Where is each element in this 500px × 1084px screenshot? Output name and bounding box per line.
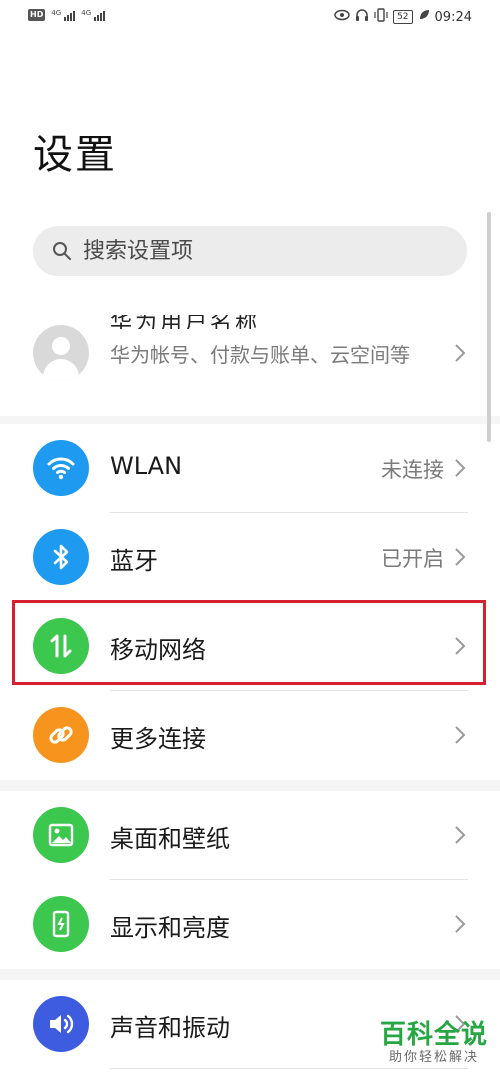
settings-item-label: WLAN [110,452,183,480]
vibrate-icon [374,8,388,26]
display-icon [33,896,89,952]
bluetooth-status: 已开启 [381,547,444,571]
battery-indicator: 52 [393,10,413,24]
signal-label: 4G [81,9,92,17]
search-input[interactable] [81,237,445,265]
chevron-right-icon [455,637,466,655]
status-bar-left: HD 4G 4G [28,9,106,21]
signal-icon: 4G [51,9,76,21]
wallpaper-icon [33,807,89,863]
settings-item-home-wallpaper[interactable]: 桌面和壁纸 [0,791,500,880]
settings-item-display-brightness[interactable]: 显示和亮度 [0,880,500,969]
mobile-data-icon [33,618,89,674]
wifi-icon [33,440,89,496]
signal-icon: 4G [81,9,106,21]
headset-icon [355,8,369,26]
account-name: 华为用户名称 [110,315,430,329]
chevron-right-icon [455,344,466,362]
account-row[interactable]: 华为用户名称 华为帐号、付款与账单、云空间等 [0,315,500,415]
divider [110,1068,468,1069]
status-bar-right: 52 09:24 [334,8,472,26]
signal-label: 4G [51,9,62,17]
scrollbar[interactable] [487,212,491,442]
settings-item-label: 蓝牙 [110,547,158,575]
search-bar[interactable] [33,226,467,276]
bluetooth-icon [33,529,89,585]
link-icon [33,707,89,763]
settings-header: 设置 华为用户名称 华为帐号、付款与账单、云空间等 [0,36,500,416]
settings-item-label: 移动网络 [110,636,206,664]
hd-badge: HD [28,9,46,21]
watermark-title: 百科全说 [379,1020,488,1050]
status-bar: HD 4G 4G 52 09:24 [0,0,500,36]
account-subtitle: 华为帐号、付款与账单、云空间等 [110,343,410,367]
settings-item-label: 更多连接 [110,725,206,753]
watermark-subtitle: 助你轻松解决 [388,1050,479,1065]
sound-icon [33,996,89,1052]
settings-item-wlan[interactable]: WLAN 未连接 [0,424,500,513]
clock-time: 09:24 [434,9,472,25]
avatar [33,325,89,381]
eye-comfort-icon [334,9,350,25]
settings-item-mobile-network[interactable]: 移动网络 [0,602,500,691]
chevron-right-icon [455,826,466,844]
chevron-right-icon [455,459,466,477]
connectivity-section: WLAN 未连接 蓝牙 已开启 移动网络 更多连接 [0,424,500,780]
settings-item-bluetooth[interactable]: 蓝牙 已开启 [0,513,500,602]
page-title: 设置 [33,132,117,178]
settings-item-label: 显示和亮度 [110,914,230,942]
account-name-text: 华为用户名称 [110,315,261,329]
chevron-right-icon [455,548,466,566]
chevron-right-icon [455,915,466,933]
wlan-status: 未连接 [381,458,444,482]
settings-screen: HD 4G 4G 52 09:24 设置 搜索设置项 华为用户名称 华为帐号、付… [0,0,500,1084]
chevron-right-icon [455,726,466,744]
leaf-icon [418,9,430,25]
watermark-logo: 百科全说 助你轻松解决 [374,1020,494,1066]
search-icon [51,240,73,262]
settings-item-more-connections[interactable]: 更多连接 [0,691,500,780]
settings-item-label: 桌面和壁纸 [110,825,230,853]
settings-item-label: 声音和振动 [110,1014,230,1042]
display-section: 桌面和壁纸 显示和亮度 [0,791,500,969]
